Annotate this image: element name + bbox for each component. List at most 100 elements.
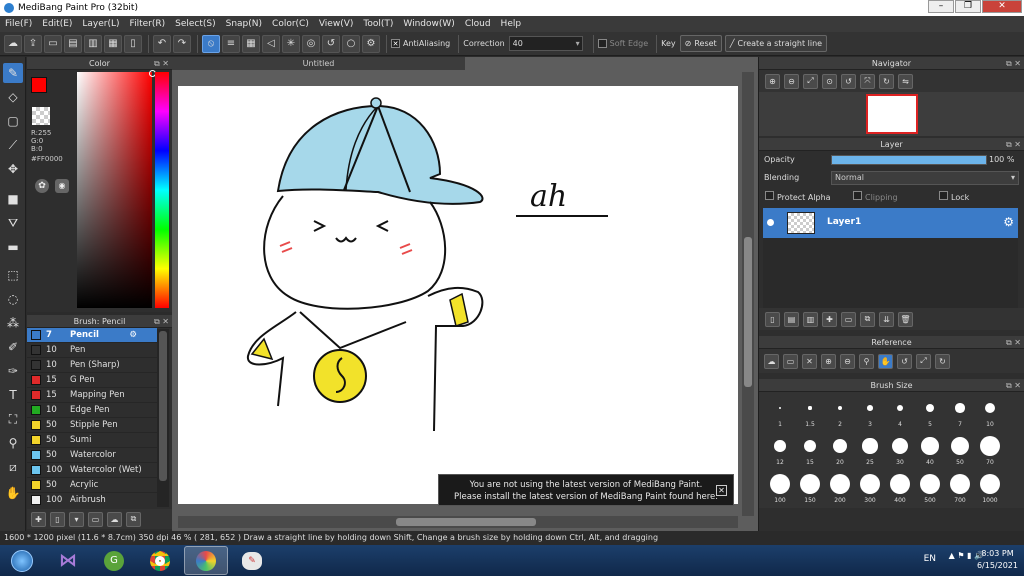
brush-size-option[interactable]: 50 xyxy=(945,436,975,470)
reset-button[interactable]: ⊘ Reset xyxy=(679,35,722,52)
brush-item[interactable]: 50 Acrylic xyxy=(27,478,157,493)
move-tool-icon[interactable]: ✥ xyxy=(3,159,23,179)
duplicate-layer-icon[interactable]: ⧉ xyxy=(860,311,875,327)
brush-size-option[interactable]: 15 xyxy=(795,436,825,470)
vertical-scrollbar[interactable] xyxy=(742,72,754,516)
new-8bit-layer-icon[interactable]: ▥ xyxy=(803,311,818,327)
snap-concentric-icon[interactable]: ◎ xyxy=(302,34,320,53)
visual-studio-icon[interactable]: ⋈ xyxy=(46,546,90,575)
layer-row[interactable]: Layer1 ⚙ xyxy=(763,208,1018,238)
transparent-swatch[interactable] xyxy=(32,107,50,125)
menu-color[interactable]: Color(C) xyxy=(267,19,314,29)
select-eraser-icon[interactable]: ✑ xyxy=(3,361,23,381)
brush-item[interactable]: 10 Pen (Sharp) xyxy=(27,358,157,373)
horizontal-scrollbar[interactable] xyxy=(178,516,738,528)
folder-icon[interactable]: ▭ xyxy=(88,511,103,527)
brush-size-option[interactable]: 100 xyxy=(765,474,795,508)
brush-size-option[interactable]: 25 xyxy=(855,436,885,470)
brush-item[interactable]: 7 Pencil ⚙ xyxy=(27,328,157,343)
snap-parallel-icon[interactable]: ≡ xyxy=(222,34,240,53)
zoom-in-icon[interactable]: ⊕ xyxy=(765,73,780,89)
brush-size-option[interactable]: 1 xyxy=(765,398,795,432)
share-icon[interactable]: ⇪ xyxy=(24,34,42,53)
layer-folder-icon[interactable]: ▭ xyxy=(841,311,856,327)
language-indicator[interactable]: EN xyxy=(924,554,936,564)
ref-rotate-right-icon[interactable]: ↻ xyxy=(935,353,950,369)
brush-item[interactable]: 50 Stipple Pen xyxy=(27,418,157,433)
gear-icon[interactable]: ⚙ xyxy=(1003,215,1014,229)
snap-radial-icon[interactable]: ✳ xyxy=(282,34,300,53)
create-straight-line-button[interactable]: ╱ Create a straight line xyxy=(724,35,828,52)
brush-item[interactable]: 10 Pen xyxy=(27,343,157,358)
close-ref-icon[interactable]: ✕ xyxy=(802,353,817,369)
brush-size-option[interactable]: 150 xyxy=(795,474,825,508)
notice-close-button[interactable]: ✕ xyxy=(716,485,727,496)
horizontal-scroll-thumb[interactable] xyxy=(396,518,536,526)
brush-size-option[interactable]: 200 xyxy=(825,474,855,508)
menu-select[interactable]: Select(S) xyxy=(170,19,221,29)
snap-perspective-icon[interactable]: ◁ xyxy=(262,34,280,53)
brush-size-option[interactable]: 1.5 xyxy=(795,398,825,432)
brush-size-option[interactable]: 500 xyxy=(915,474,945,508)
blending-select[interactable]: Normal ▾ xyxy=(831,171,1019,185)
new-halftone-layer-icon[interactable]: ▤ xyxy=(784,311,799,327)
snap-circle-icon[interactable]: ○ xyxy=(342,34,360,53)
reset-view-icon[interactable]: ⤧ xyxy=(860,73,875,89)
panel-controls[interactable]: ⧉ ✕ xyxy=(1006,379,1021,392)
brush-item[interactable]: 100 Airbrush xyxy=(27,493,157,506)
dot-tool-icon[interactable]: ▢ xyxy=(3,111,23,131)
eyedropper-icon[interactable]: ⚲ xyxy=(3,433,23,453)
ref-zoom-out-icon[interactable]: ⊖ xyxy=(840,353,855,369)
brush-size-option[interactable]: 400 xyxy=(885,474,915,508)
brush-item[interactable]: 50 Watercolor xyxy=(27,448,157,463)
redo-icon[interactable]: ↷ xyxy=(173,34,191,53)
select-pen-icon[interactable]: ✐ xyxy=(3,337,23,357)
start-button[interactable] xyxy=(0,546,44,575)
lasso-icon[interactable]: ◌ xyxy=(3,289,23,309)
soft-edge-checkbox[interactable]: Soft Edge xyxy=(597,39,648,48)
cloud-icon[interactable]: ☁ xyxy=(4,34,22,53)
chrome-icon[interactable] xyxy=(138,546,182,575)
brush-size-option[interactable]: 1000 xyxy=(975,474,1005,508)
ref-rotate-left-icon[interactable]: ↺ xyxy=(897,353,912,369)
menu-view[interactable]: View(V) xyxy=(314,19,359,29)
cloud-brush-icon[interactable]: ☁ xyxy=(107,511,122,527)
brush-size-option[interactable]: 20 xyxy=(825,436,855,470)
snap-settings-icon[interactable]: ⚙ xyxy=(362,34,380,53)
lock-checkbox[interactable]: Lock xyxy=(939,191,969,202)
visibility-icon[interactable] xyxy=(767,219,774,226)
bucket-tool-icon[interactable]: ⛛ xyxy=(3,213,23,233)
fit-icon[interactable]: ⤢ xyxy=(803,73,818,89)
menu-window[interactable]: Window(W) xyxy=(398,19,459,29)
hue-slider[interactable] xyxy=(155,72,169,308)
panel-controls[interactable]: ⧉ ✕ xyxy=(1006,336,1021,349)
gradient-tool-icon[interactable]: ▬ xyxy=(3,237,23,257)
menu-filter[interactable]: Filter(R) xyxy=(125,19,171,29)
document-icon[interactable]: ▥ xyxy=(84,34,102,53)
app-green-icon[interactable]: G xyxy=(92,546,136,575)
ref-zoom-in-icon[interactable]: ⊕ xyxy=(821,353,836,369)
vertical-scroll-thumb[interactable] xyxy=(744,237,752,387)
cloud-ref-icon[interactable]: ☁ xyxy=(764,353,779,369)
gear-icon[interactable]: ⚙ xyxy=(129,330,137,340)
minimize-button[interactable]: – xyxy=(928,0,954,13)
color-wheel-icon[interactable]: ◉ xyxy=(55,179,69,193)
ref-fit-icon[interactable]: ⤢ xyxy=(916,353,931,369)
rectangle-fill-icon[interactable]: ■ xyxy=(3,189,23,209)
merge-layer-icon[interactable]: ⇊ xyxy=(879,311,894,327)
panel-controls[interactable]: ⧉ ✕ xyxy=(154,315,169,328)
update-notice[interactable]: You are not using the latest version of … xyxy=(438,474,734,506)
medibang-task-icon[interactable] xyxy=(184,546,228,575)
ref-eyedropper-icon[interactable]: ⚲ xyxy=(859,353,874,369)
fill-brush-tool-icon[interactable]: ⟋ xyxy=(3,135,23,155)
brush-tool-icon[interactable]: ✎ xyxy=(3,63,23,83)
rotate-right-icon[interactable]: ↻ xyxy=(879,73,894,89)
close-window-button[interactable]: ✕ xyxy=(982,0,1022,13)
zoom-actual-icon[interactable]: ⊙ xyxy=(822,73,837,89)
notice-line-2[interactable]: Please install the latest version of Med… xyxy=(439,491,733,503)
menu-tool[interactable]: Tool(T) xyxy=(358,19,398,29)
brush-size-option[interactable]: 5 xyxy=(915,398,945,432)
brush-size-option[interactable]: 70 xyxy=(975,436,1005,470)
snap-curve-icon[interactable]: ↺ xyxy=(322,34,340,53)
antialiasing-checkbox[interactable]: ✕ AntiAliasing xyxy=(391,39,450,48)
